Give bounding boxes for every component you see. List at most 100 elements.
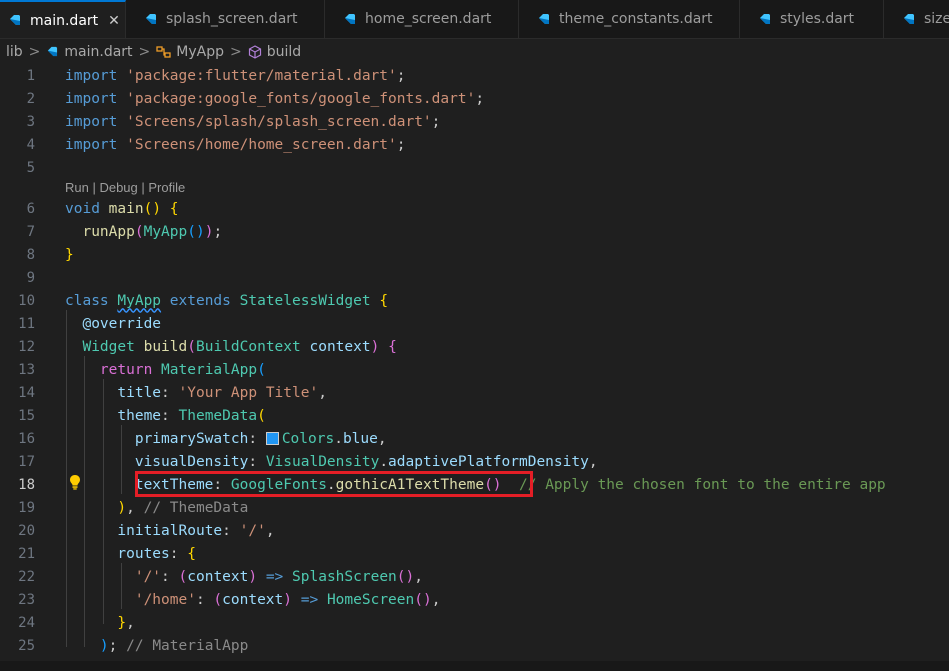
breadcrumb-label: main.dart	[64, 44, 133, 60]
dart-file-icon	[343, 13, 356, 26]
token: ,	[377, 430, 387, 447]
token: MaterialApp	[161, 361, 258, 378]
token: :	[161, 407, 170, 424]
code-line: 6 void main() {	[0, 197, 949, 220]
token: 'Your App Title'	[178, 384, 319, 401]
line-number: 21	[18, 545, 35, 562]
dart-file-icon	[46, 46, 58, 58]
code-line: 19 ), // ThemeData	[0, 496, 949, 519]
highlight-box	[135, 471, 533, 497]
breadcrumb-build[interactable]: build	[248, 44, 301, 60]
line-number: 25	[18, 637, 35, 654]
line-number: 6	[26, 200, 35, 217]
token: title	[117, 384, 162, 401]
line-number: 3	[26, 113, 35, 130]
token: :	[195, 591, 205, 608]
line-number: 22	[18, 568, 35, 585]
code-editor[interactable]: Run | Debug | Profile 1 import 'package:f…	[0, 64, 949, 664]
token: extends	[169, 292, 231, 309]
tab-splash-screen-dart[interactable]: splash_screen.dart	[126, 0, 325, 38]
token: (	[187, 338, 196, 355]
token: blue	[342, 430, 378, 447]
close-icon[interactable]: ✕	[108, 13, 120, 29]
token: ()	[396, 568, 415, 585]
tab-label: home_screen.dart	[365, 11, 492, 27]
token: }	[117, 614, 127, 631]
code-line: 17 visualDensity: VisualDensity.adaptive…	[0, 450, 949, 473]
tab-styles-dart[interactable]: styles.dart	[740, 0, 884, 38]
token: ,	[588, 453, 598, 470]
lightbulb-icon[interactable]	[66, 473, 84, 491]
token: 'Screens/splash/splash_screen.dart'	[126, 113, 432, 130]
token: Widget	[82, 338, 135, 355]
token: )	[370, 338, 380, 355]
tab-label: theme_constants.dart	[559, 11, 713, 27]
token: return	[99, 361, 153, 378]
code-line: 20 initialRoute: '/',	[0, 519, 949, 542]
token: ;	[475, 90, 485, 107]
token: 'Screens/home/home_screen.dart'	[126, 136, 397, 153]
token: :	[248, 430, 258, 447]
code-line: 1 import 'package:flutter/material.dart';	[0, 64, 949, 87]
token: '/home'	[134, 591, 196, 608]
code-line: 16 primarySwatch: Colors.blue,	[0, 427, 949, 450]
tab-home-screen-dart[interactable]: home_screen.dart	[325, 0, 519, 38]
breadcrumb-main-dart[interactable]: main.dart	[46, 44, 133, 60]
token: :	[161, 568, 170, 585]
token: )	[99, 637, 109, 654]
token: visualDensity	[134, 453, 249, 470]
code-line: 15 theme: ThemeData(	[0, 404, 949, 427]
code-line: 9	[0, 266, 949, 289]
panel-divider	[0, 661, 949, 671]
token: context	[187, 568, 249, 585]
token: :	[169, 545, 179, 562]
breadcrumb-myapp[interactable]: MyApp	[156, 44, 224, 60]
token: import	[65, 67, 118, 84]
tab-label: splash_screen.dart	[166, 11, 298, 27]
token: ,	[318, 384, 327, 401]
codelens-run-debug-profile[interactable]: Run | Debug | Profile	[65, 180, 185, 195]
token: // ThemeData	[143, 499, 249, 516]
token: runApp	[82, 223, 135, 240]
token: .	[334, 430, 343, 447]
code-line: 8}	[0, 243, 949, 266]
code-line: 14 title: 'Your App Title',	[0, 381, 949, 404]
token: import	[65, 136, 118, 153]
token: class	[65, 292, 109, 309]
tab-main-dart[interactable]: main.dart ✕	[0, 0, 126, 38]
token: BuildContext	[195, 338, 301, 355]
dart-file-icon	[902, 13, 915, 26]
dart-file-icon	[144, 13, 157, 26]
token: primarySwatch	[134, 430, 249, 447]
line-number: 9	[26, 269, 35, 286]
token: adaptivePlatformDensity	[388, 453, 589, 470]
line-number: 10	[18, 292, 35, 309]
token: .	[379, 453, 389, 470]
line-number: 20	[18, 522, 35, 539]
token: context	[222, 591, 284, 608]
token: ,	[126, 614, 135, 631]
code-line: 21 routes: {	[0, 542, 949, 565]
line-number: 1	[26, 67, 35, 84]
line-number: 7	[26, 223, 35, 240]
line-number: 2	[26, 90, 35, 107]
tab-size[interactable]: size	[884, 0, 949, 38]
line-number: 13	[18, 361, 35, 378]
token: routes	[117, 545, 170, 562]
code-line: 2 import 'package:google_fonts/google_fon…	[0, 87, 949, 110]
token: ,	[414, 568, 423, 585]
token: VisualDensity	[265, 453, 380, 470]
color-swatch-icon[interactable]	[265, 432, 279, 445]
token: initialRoute	[117, 522, 223, 539]
token: import	[65, 113, 118, 130]
tab-theme-constants-dart[interactable]: theme_constants.dart	[519, 0, 740, 38]
breadcrumb-label: MyApp	[176, 44, 224, 60]
dart-file-icon	[537, 13, 550, 26]
line-number: 17	[18, 453, 35, 470]
token: ,	[431, 591, 441, 608]
token: ;	[213, 223, 223, 240]
code-line: 12 Widget build(BuildContext context) {	[0, 335, 949, 358]
breadcrumb-lib[interactable]: lib	[6, 44, 23, 60]
token: build	[143, 338, 188, 355]
dart-file-icon	[758, 13, 771, 26]
